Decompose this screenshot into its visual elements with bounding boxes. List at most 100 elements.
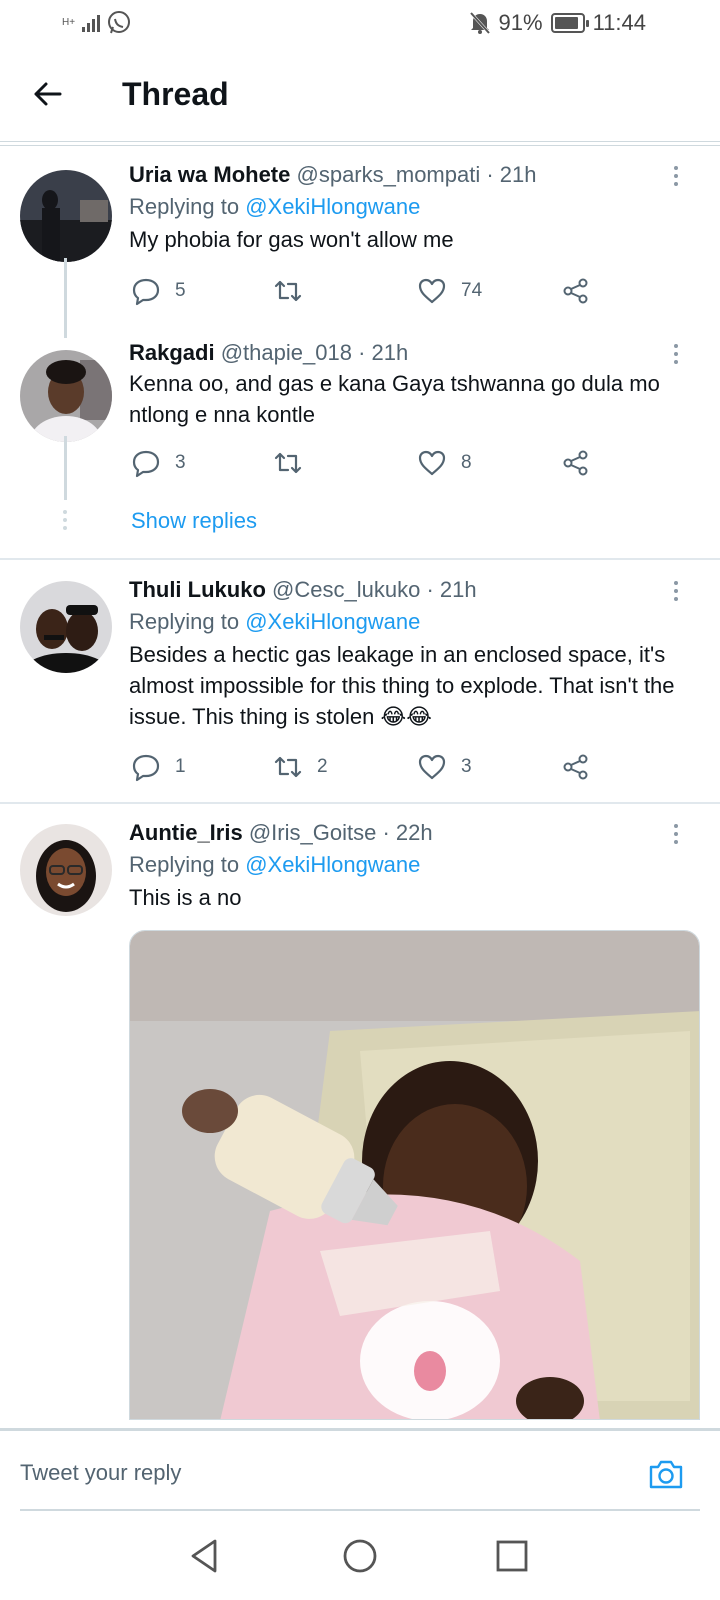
- tweet-time: · 22h: [382, 820, 433, 845]
- battery-icon: [550, 13, 589, 33]
- retweet-count: 2: [317, 756, 328, 777]
- retweet-button[interactable]: [273, 276, 317, 306]
- mute-icon: [469, 11, 490, 35]
- nav-home-icon[interactable]: [340, 1536, 380, 1576]
- tweet-time: · 21h: [426, 577, 477, 602]
- network-type: H+: [62, 17, 76, 28]
- retweet-icon: [274, 280, 302, 302]
- tweet-author-handle[interactable]: @sparks_mompati: [297, 162, 481, 187]
- replying-to-link[interactable]: @XekiHlongwane: [245, 852, 420, 877]
- retweet-button[interactable]: 2: [273, 752, 328, 782]
- more-icon[interactable]: [672, 344, 680, 368]
- camera-icon[interactable]: [648, 1458, 684, 1490]
- replying-to-link[interactable]: @XekiHlongwane: [245, 194, 420, 219]
- reply-count: 1: [175, 756, 186, 777]
- tweet-author-name[interactable]: Uria wa Mohete: [129, 162, 290, 187]
- reply-icon: [132, 754, 160, 782]
- tweet-time: · 21h: [358, 340, 409, 365]
- clock: 11:44: [592, 10, 646, 35]
- more-icon[interactable]: [672, 166, 680, 190]
- share-icon: [563, 450, 588, 476]
- thread-dots: [63, 510, 67, 534]
- tweet-media-image[interactable]: [129, 930, 700, 1420]
- like-count: 74: [461, 280, 483, 301]
- reply-button[interactable]: 3: [131, 448, 186, 478]
- nav-recents-icon[interactable]: [492, 1536, 532, 1576]
- reply-count: 5: [175, 280, 186, 301]
- like-count: 3: [461, 756, 472, 777]
- retweet-button[interactable]: [273, 448, 317, 478]
- reply-count: 3: [175, 452, 186, 473]
- section-divider: [0, 558, 720, 560]
- replying-to-label: Replying to: [129, 852, 246, 877]
- retweet-icon: [274, 756, 302, 778]
- thread-connector: [64, 436, 67, 500]
- header-divider: [0, 145, 720, 146]
- avatar[interactable]: [20, 581, 112, 673]
- show-replies-link[interactable]: Show replies: [131, 508, 257, 534]
- back-arrow-icon[interactable]: [30, 76, 66, 112]
- reply-button[interactable]: 1: [131, 752, 186, 782]
- tweet-actions: 3 8: [129, 448, 609, 484]
- replying-to: Replying to @XekiHlongwane: [129, 605, 686, 639]
- app-header: Thread: [0, 48, 720, 144]
- tweet-author-name[interactable]: Auntie_Iris: [129, 820, 243, 845]
- tweet-actions: 1 2 3: [129, 752, 609, 788]
- reply-button[interactable]: 5: [131, 276, 186, 306]
- like-icon: [418, 450, 446, 476]
- page-title: Thread: [122, 76, 229, 112]
- tweet-actions: 5 74: [129, 276, 609, 312]
- whatsapp-icon: [108, 11, 130, 34]
- tweet-author-handle[interactable]: @Cesc_lukuko: [272, 577, 420, 602]
- tweet[interactable]: Auntie_Iris @Iris_Goitse · 22h Replying …: [0, 818, 720, 928]
- replying-to-label: Replying to: [129, 609, 246, 634]
- nav-back-icon[interactable]: [185, 1536, 225, 1576]
- thread-connector: [64, 258, 67, 338]
- more-icon[interactable]: [672, 581, 680, 605]
- replying-to-link[interactable]: @XekiHlongwane: [245, 609, 420, 634]
- tweet-author-name[interactable]: Rakgadi: [129, 340, 215, 365]
- like-button[interactable]: 3: [417, 752, 472, 782]
- tweet-author-name[interactable]: Thuli Lukuko: [129, 577, 266, 602]
- tweet-text: Besides a hectic gas leakage in an enclo…: [129, 642, 675, 729]
- status-right: 91% 11:44: [469, 10, 646, 36]
- reply-icon: [132, 450, 160, 478]
- section-divider: [0, 802, 720, 804]
- more-icon[interactable]: [672, 824, 680, 848]
- tweet-time: · 21h: [486, 162, 537, 187]
- share-button[interactable]: [561, 752, 591, 782]
- tweet[interactable]: Thuli Lukuko @Cesc_lukuko · 21h Replying…: [0, 575, 720, 775]
- like-count: 8: [461, 452, 472, 473]
- replying-to: Replying to @XekiHlongwane: [129, 848, 686, 882]
- reply-composer: Tweet your reply: [0, 1428, 720, 1518]
- composer-divider: [0, 1428, 720, 1431]
- battery-percent: 91%: [498, 10, 543, 35]
- like-button[interactable]: 74: [417, 276, 482, 306]
- status-left: H+: [62, 10, 132, 36]
- reply-icon: [132, 278, 160, 306]
- composer-underline: [20, 1509, 700, 1511]
- avatar[interactable]: [20, 824, 112, 916]
- tweet-text: My phobia for gas won't allow me: [129, 227, 454, 252]
- like-icon: [418, 278, 446, 304]
- tweet-author-handle[interactable]: @Iris_Goitse: [249, 820, 376, 845]
- avatar[interactable]: [20, 170, 112, 262]
- system-nav-bar: [0, 1518, 720, 1600]
- replying-to-label: Replying to: [129, 194, 246, 219]
- like-icon: [418, 754, 446, 780]
- signal-icon: [82, 14, 100, 32]
- header-divider: [0, 141, 720, 142]
- share-button[interactable]: [561, 448, 591, 478]
- tweet-author-handle[interactable]: @thapie_018: [221, 340, 352, 365]
- avatar[interactable]: [20, 350, 112, 442]
- share-icon: [563, 754, 588, 780]
- replying-to: Replying to @XekiHlongwane: [129, 190, 686, 224]
- share-button[interactable]: [561, 276, 591, 306]
- tweet-text: Kenna oo, and gas e kana Gaya tshwanna g…: [129, 371, 660, 427]
- like-button[interactable]: 8: [417, 448, 472, 478]
- tweet-text: This is a no: [129, 885, 242, 910]
- share-icon: [563, 278, 588, 304]
- reply-input[interactable]: Tweet your reply: [20, 1460, 181, 1486]
- status-bar: H+ 91% 11:44: [0, 0, 720, 48]
- retweet-icon: [274, 452, 302, 474]
